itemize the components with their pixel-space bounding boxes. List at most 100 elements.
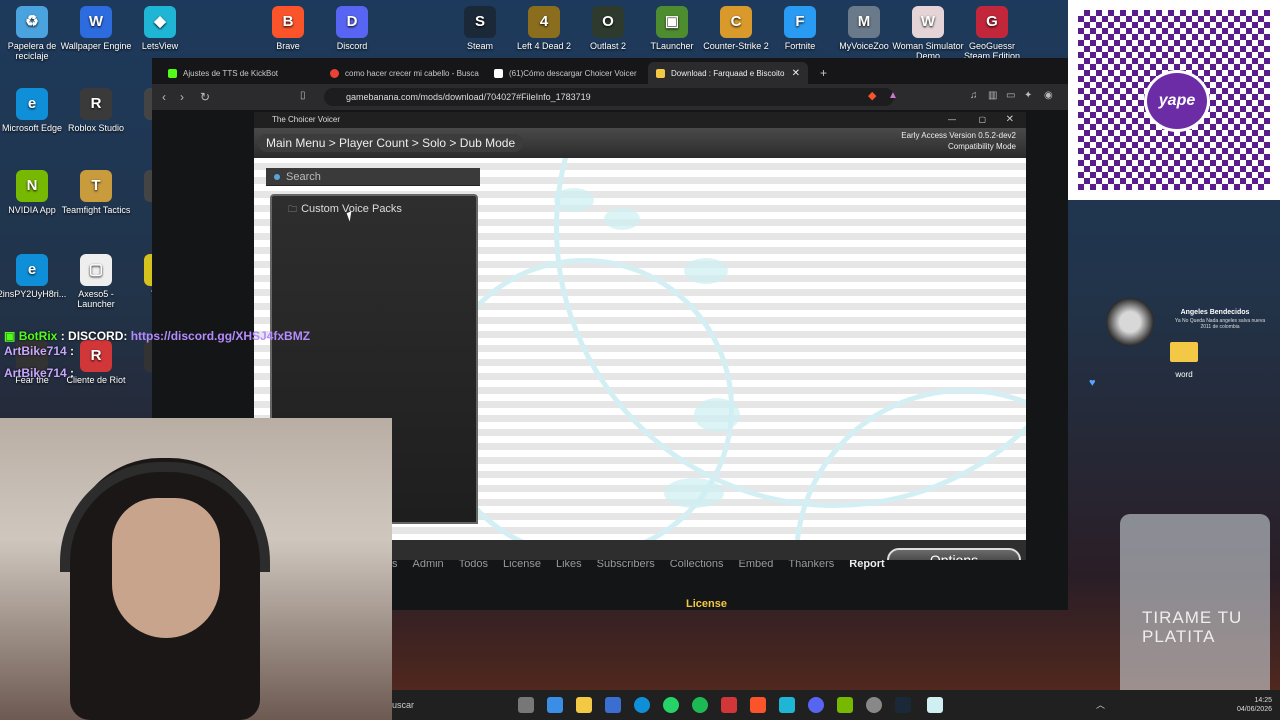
search-input[interactable]: Search — [266, 168, 480, 186]
search-icon — [274, 174, 280, 180]
tab-tiktok[interactable]: (61)Cómo descargar Choicer Voicer | — [486, 62, 638, 84]
yape-logo: yape — [1144, 70, 1210, 132]
chat-link[interactable]: https://discord.gg/XHSJ4fxBMZ — [131, 329, 310, 343]
store-icon[interactable] — [605, 697, 621, 713]
brave-rewards-icon[interactable]: ▲ — [888, 90, 898, 101]
tab-label: como hacer crecer mi cabello - Busca — [345, 68, 479, 78]
brave-icon[interactable] — [750, 697, 766, 713]
desktop-icon[interactable]: ◆ LetsView — [124, 6, 196, 51]
spotify-icon[interactable] — [692, 697, 708, 713]
desktop-icon-label: Roblox Studio — [67, 123, 125, 133]
list-item-custom-voice-packs[interactable]: 🗀 Custom Voice Packs — [288, 202, 402, 218]
desktop-icon[interactable]: e Microsoft Edge — [0, 88, 68, 133]
chat-username: ArtBike714 — [4, 344, 67, 358]
desktop-icon[interactable]: ▣ TLauncher — [636, 6, 708, 51]
close-tab-icon[interactable]: ✕ — [792, 68, 800, 79]
desktop-icon-label: Brave — [276, 41, 300, 51]
app-icon: F — [784, 6, 816, 38]
whatsapp-icon[interactable] — [663, 697, 679, 713]
desktop-icon-label: Teamfight Tactics — [61, 205, 131, 215]
reload-icon[interactable]: ↻ — [200, 90, 210, 104]
app-icon: W — [80, 6, 112, 38]
letsview-icon[interactable] — [779, 697, 795, 713]
minimize-icon[interactable]: — — [948, 112, 956, 128]
folder-icon[interactable] — [1170, 342, 1198, 362]
chat-separator: : — [57, 329, 69, 343]
desktop-icon[interactable]: O Outlast 2 — [572, 6, 644, 51]
desktop-icon[interactable]: W Wallpaper Engine — [60, 6, 132, 51]
steam-icon[interactable] — [895, 697, 911, 713]
taskbar-search[interactable]: uscar — [392, 694, 502, 716]
desktop-icon[interactable]: G GeoGuessr Steam Edition — [956, 6, 1028, 61]
desktop-icon-label: NVIDIA App — [8, 205, 56, 215]
desktop-icon-label: Discord — [336, 41, 368, 51]
desktop-icon[interactable]: W Woman Simulator Demo — [892, 6, 964, 61]
app-icon: e — [16, 88, 48, 120]
app-icon: D — [336, 6, 368, 38]
copilot-icon[interactable] — [547, 697, 563, 713]
alert-avatar — [1106, 298, 1154, 346]
app-icon: N — [16, 170, 48, 202]
task-view-icon[interactable] — [518, 697, 534, 713]
bookmark-icon[interactable]: ▯ — [300, 90, 306, 101]
vpn-icon[interactable]: ◉ — [1044, 90, 1053, 101]
chat-text: DISCORD: — [68, 329, 131, 343]
address-bar-row: ‹ › ↻ ▯ gamebanana.com/mods/download/704… — [152, 84, 1068, 110]
desktop-icon[interactable]: e 2insPY2UyH8ri... — [0, 254, 68, 299]
file-explorer-icon[interactable] — [576, 697, 592, 713]
options-button[interactable]: Options — [887, 548, 1021, 560]
show-hidden-icons[interactable]: ︿ — [1096, 698, 1105, 711]
desktop-icon[interactable]: N NVIDIA App — [0, 170, 68, 215]
google-icon — [330, 68, 339, 78]
decor-blob — [694, 398, 740, 432]
chat-username: ArtBike714 — [4, 366, 67, 380]
version-info: Early Access Version 0.5.2-dev2 Compatib… — [901, 130, 1016, 152]
desktop-icon[interactable]: C Counter-Strike 2 — [700, 6, 772, 51]
forward-icon[interactable]: › — [180, 90, 184, 104]
extensions-icon[interactable]: ✦ — [1024, 90, 1032, 101]
desktop-icon[interactable]: R Roblox Studio — [60, 88, 132, 133]
decor-blob — [604, 208, 640, 230]
choicer-voicer-icon[interactable] — [927, 697, 943, 713]
tab-kickbot[interactable]: Ajustes de TTS de KickBot — [160, 62, 320, 84]
desktop-icon-label: Fortnite — [784, 41, 816, 51]
discord-icon[interactable] — [808, 697, 824, 713]
clock[interactable]: 14:25 04/06/2026 — [1237, 696, 1272, 714]
maximize-icon[interactable]: ▢ — [978, 112, 986, 128]
desktop-icon[interactable]: T Teamfight Tactics — [60, 170, 132, 215]
desktop-icon[interactable]: D Discord — [316, 6, 388, 51]
new-tab-button[interactable]: + — [812, 62, 832, 84]
desktop-icon-label: Left 4 Dead 2 — [516, 41, 572, 51]
tab-google-search[interactable]: como hacer crecer mi cabello - Busca — [322, 62, 482, 84]
desktop-icon[interactable]: M MyVoiceZoo — [828, 6, 900, 51]
riot-icon[interactable] — [721, 697, 737, 713]
edge-icon[interactable] — [634, 697, 650, 713]
media-icon[interactable]: ♫ — [970, 90, 978, 101]
desktop-icon[interactable]: 4 Left 4 Dead 2 — [508, 6, 580, 51]
gamebanana-icon — [656, 68, 665, 78]
sidebar-icon[interactable]: ▥ — [988, 90, 997, 101]
desktop-icon[interactable]: ▢ Axeso5 - Launcher — [60, 254, 132, 309]
nvidia-icon[interactable] — [837, 697, 853, 713]
app-icon: C — [720, 6, 752, 38]
obs-icon[interactable] — [866, 697, 882, 713]
brave-shields-icon[interactable]: ◆ — [868, 89, 876, 102]
tab-label: Download : Farquaad e Biscoito — [671, 68, 785, 78]
url-field[interactable]: gamebanana.com/mods/download/704027#File… — [324, 88, 894, 106]
close-icon[interactable]: ✕ — [1006, 112, 1014, 128]
tab-gamebanana[interactable]: Download : Farquaad e Biscoito ✕ — [648, 62, 808, 84]
mode-text: Compatibility Mode — [947, 142, 1016, 151]
desktop-icon[interactable]: B Brave — [252, 6, 324, 51]
app-icon: R — [80, 88, 112, 120]
decor-ring — [434, 258, 734, 558]
desktop-icon[interactable]: ♻ Papelera de reciclaje — [0, 6, 68, 61]
qr-code: yape — [1068, 0, 1280, 200]
back-icon[interactable]: ‹ — [162, 90, 166, 104]
desktop-icon-label: Axeso5 - Launcher — [77, 289, 115, 309]
desktop-icon-label: LetsView — [141, 41, 179, 51]
desktop-icon[interactable]: S Steam — [444, 6, 516, 51]
qr-pattern: yape — [1078, 10, 1270, 190]
wallet-icon[interactable]: ▭ — [1006, 90, 1015, 101]
desktop-icon[interactable]: F Fortnite — [764, 6, 836, 51]
app-icon: ♻ — [16, 6, 48, 38]
